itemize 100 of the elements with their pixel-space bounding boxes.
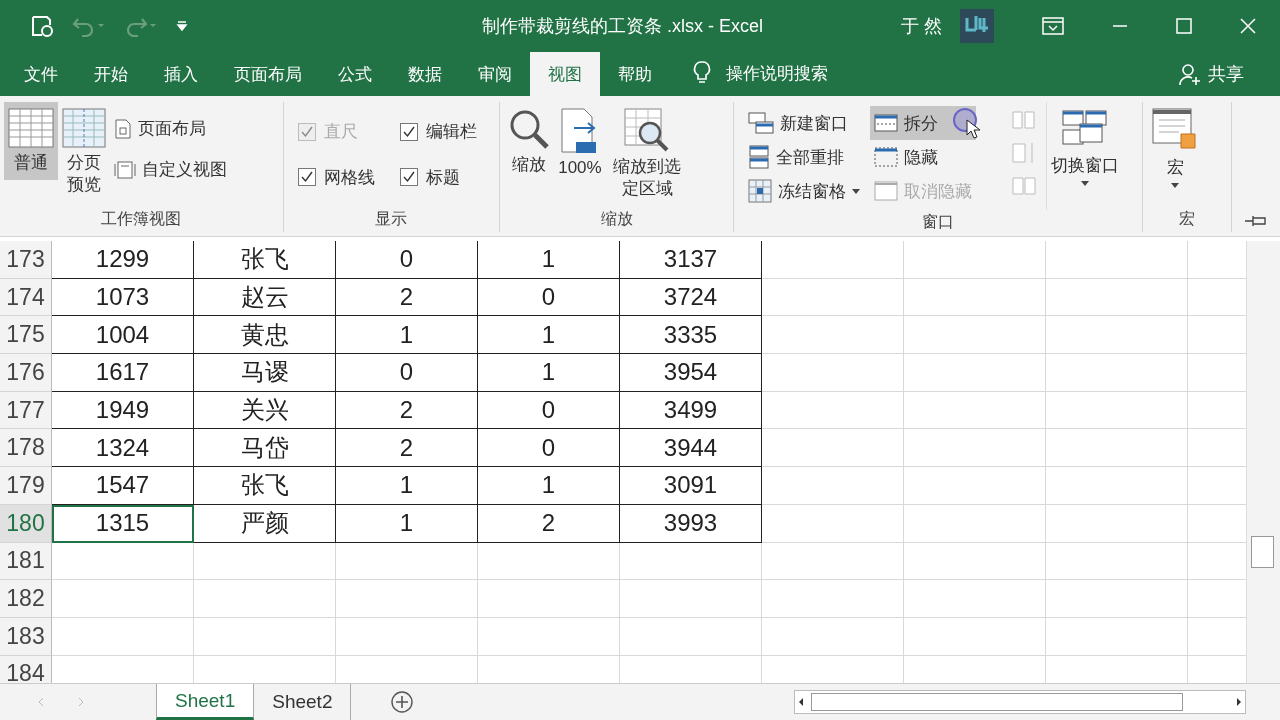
table-cell[interactable]: 1 (478, 241, 620, 279)
window-button[interactable]: 新建窗口 (743, 106, 864, 140)
table-cell[interactable]: 赵云 (194, 278, 336, 317)
table-cell[interactable]: 1 (336, 504, 478, 543)
view-button[interactable]: 分页预览 (58, 102, 110, 203)
tell-me-search[interactable]: 操作说明搜索 (726, 52, 828, 96)
menu-tab[interactable]: 页面布局 (216, 52, 320, 96)
row-header[interactable]: 183 (0, 617, 52, 656)
table-cell[interactable]: 1299 (52, 241, 194, 279)
view-button[interactable]: 自定义视图 (110, 155, 231, 184)
view-button[interactable]: 普通 (4, 102, 58, 181)
avatar-icon[interactable] (960, 9, 994, 43)
table-cell[interactable]: 1949 (52, 391, 194, 430)
table-cell[interactable]: 马谡 (194, 354, 336, 392)
maximize-icon[interactable] (1176, 18, 1192, 34)
table-cell[interactable]: 0 (478, 429, 620, 468)
ribbon-display-icon[interactable] (1042, 17, 1064, 35)
table-cell[interactable]: 1004 (52, 316, 194, 355)
table-cell[interactable]: 1315 (52, 504, 194, 543)
table-cell[interactable]: 张飞 (194, 241, 336, 279)
window-button[interactable]: 隐藏 (869, 140, 976, 174)
close-icon[interactable] (1240, 18, 1256, 34)
row-header[interactable]: 184 (0, 655, 52, 683)
window-button[interactable]: 冻结窗格 (743, 174, 864, 208)
autosave-icon[interactable] (30, 14, 54, 38)
switch-window-button[interactable]: 切换窗口 (1046, 102, 1123, 192)
table-cell[interactable]: 0 (336, 354, 478, 392)
table-cell[interactable]: 0 (478, 391, 620, 430)
table-cell[interactable]: 1 (478, 467, 620, 505)
table-cell[interactable]: 3091 (620, 467, 762, 505)
row-header[interactable]: 179 (0, 467, 52, 505)
row-header[interactable]: 181 (0, 542, 52, 581)
table-cell[interactable]: 张飞 (194, 467, 336, 505)
table-cell[interactable]: 1617 (52, 354, 194, 392)
table-cell[interactable]: 0 (478, 278, 620, 317)
pin-icon[interactable] (1244, 214, 1268, 228)
menu-tab[interactable]: 数据 (390, 52, 460, 96)
row-header[interactable]: 174 (0, 278, 52, 317)
table-cell[interactable]: 3944 (620, 429, 762, 468)
table-cell[interactable]: 0 (336, 241, 478, 279)
split-icon (873, 114, 898, 132)
zoom-button[interactable]: 缩放 (504, 102, 555, 183)
table-cell[interactable]: 2 (478, 504, 620, 543)
table-cell[interactable]: 3499 (620, 391, 762, 430)
vertical-scrollbar[interactable] (1246, 241, 1280, 683)
menu-tab[interactable]: 公式 (320, 52, 390, 96)
table-cell[interactable]: 1324 (52, 429, 194, 468)
group-label: 缩放 (599, 209, 634, 229)
add-sheet-icon[interactable] (391, 691, 414, 713)
menu-tab[interactable]: 开始 (76, 52, 146, 96)
table-cell[interactable]: 1073 (52, 278, 194, 317)
user-name: 于 然 (901, 15, 942, 38)
group-label: 宏 (1178, 209, 1197, 229)
table-cell[interactable]: 黄忠 (194, 316, 336, 355)
view-button[interactable]: 页面布局 (110, 114, 231, 143)
window-button[interactable]: 拆分 (869, 106, 976, 140)
table-cell[interactable]: 1 (336, 316, 478, 355)
table-cell[interactable]: 2 (336, 278, 478, 317)
row-header[interactable]: 180 (0, 504, 52, 543)
sheet-tab[interactable]: Sheet2 (254, 684, 352, 720)
hide-window-icon (873, 147, 898, 167)
table-cell[interactable]: 3137 (620, 241, 762, 279)
row-header[interactable]: 182 (0, 580, 52, 618)
row-header[interactable]: 176 (0, 354, 52, 392)
group-label: 显示 (374, 209, 409, 229)
menu-tab[interactable]: 文件 (6, 52, 76, 96)
zoom-button[interactable]: 缩放到选定区域 (605, 102, 689, 207)
horizontal-scrollbar[interactable] (794, 690, 1246, 714)
table-cell[interactable]: 3335 (620, 316, 762, 355)
table-cell[interactable]: 3724 (620, 278, 762, 317)
table-cell[interactable]: 2 (336, 429, 478, 468)
table-cell[interactable]: 3954 (620, 354, 762, 392)
customize-toolbar-icon[interactable] (176, 20, 188, 32)
menu-tab[interactable]: 审阅 (460, 52, 530, 96)
share-person-icon[interactable] (1178, 62, 1202, 86)
lightbulb-icon[interactable] (692, 60, 712, 86)
macros-button[interactable]: 宏 (1147, 102, 1204, 194)
row-header[interactable]: 175 (0, 316, 52, 355)
table-cell[interactable]: 严颜 (194, 504, 336, 543)
table-cell[interactable]: 马岱 (194, 429, 336, 468)
table-cell[interactable]: 1 (478, 316, 620, 355)
checkbox[interactable] (297, 168, 316, 186)
sheet-tab[interactable]: Sheet1 (156, 684, 255, 720)
zoom-button[interactable]: 100% (554, 102, 606, 184)
share-button[interactable]: 共享 (1208, 52, 1244, 96)
row-header[interactable]: 173 (0, 241, 52, 279)
table-cell[interactable]: 1547 (52, 467, 194, 505)
menu-tab[interactable]: 插入 (146, 52, 216, 96)
table-cell[interactable]: 3993 (620, 504, 762, 543)
table-cell[interactable]: 1 (336, 467, 478, 505)
table-cell[interactable]: 1 (478, 354, 620, 392)
checkbox[interactable] (400, 168, 419, 186)
table-cell[interactable]: 2 (336, 391, 478, 430)
row-header[interactable]: 177 (0, 391, 52, 430)
menu-tab[interactable]: 视图 (530, 52, 600, 96)
window-button[interactable]: 全部重排 (743, 140, 864, 174)
row-header[interactable]: 178 (0, 429, 52, 468)
menu-tab[interactable]: 帮助 (600, 52, 670, 96)
checkbox[interactable] (400, 122, 419, 141)
table-cell[interactable]: 关兴 (194, 391, 336, 430)
